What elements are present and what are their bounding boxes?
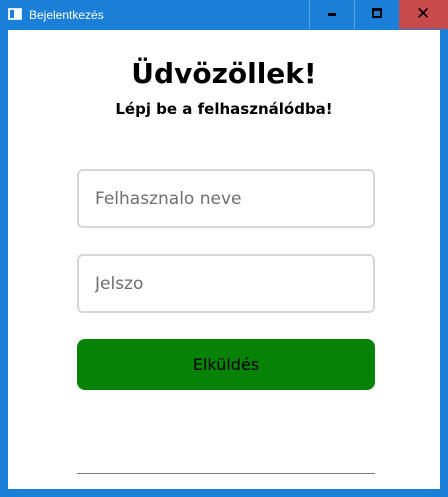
maximize-icon — [372, 8, 382, 18]
submit-button[interactable]: Elküldés — [77, 339, 375, 390]
username-input[interactable] — [77, 169, 375, 228]
minimize-icon — [328, 13, 336, 16]
title-bar[interactable]: Bejelentkezés ✕ — [0, 0, 448, 30]
close-button[interactable]: ✕ — [399, 0, 448, 29]
divider — [77, 473, 375, 474]
minimize-button[interactable] — [309, 0, 354, 29]
window-title: Bejelentkezés — [29, 8, 104, 22]
login-form: Üdvözöllek! Lépj be a felhasználódba! El… — [8, 30, 440, 489]
password-input[interactable] — [77, 254, 375, 313]
close-icon: ✕ — [416, 4, 431, 24]
login-window: Bejelentkezés ✕ Üdvözöllek! Lépj be a fe… — [0, 0, 448, 497]
maximize-button[interactable] — [354, 0, 399, 29]
app-window-icon — [8, 8, 22, 20]
page-subtitle: Lépj be a felhasználódba! — [115, 100, 333, 118]
page-title: Üdvözöllek! — [131, 57, 317, 90]
